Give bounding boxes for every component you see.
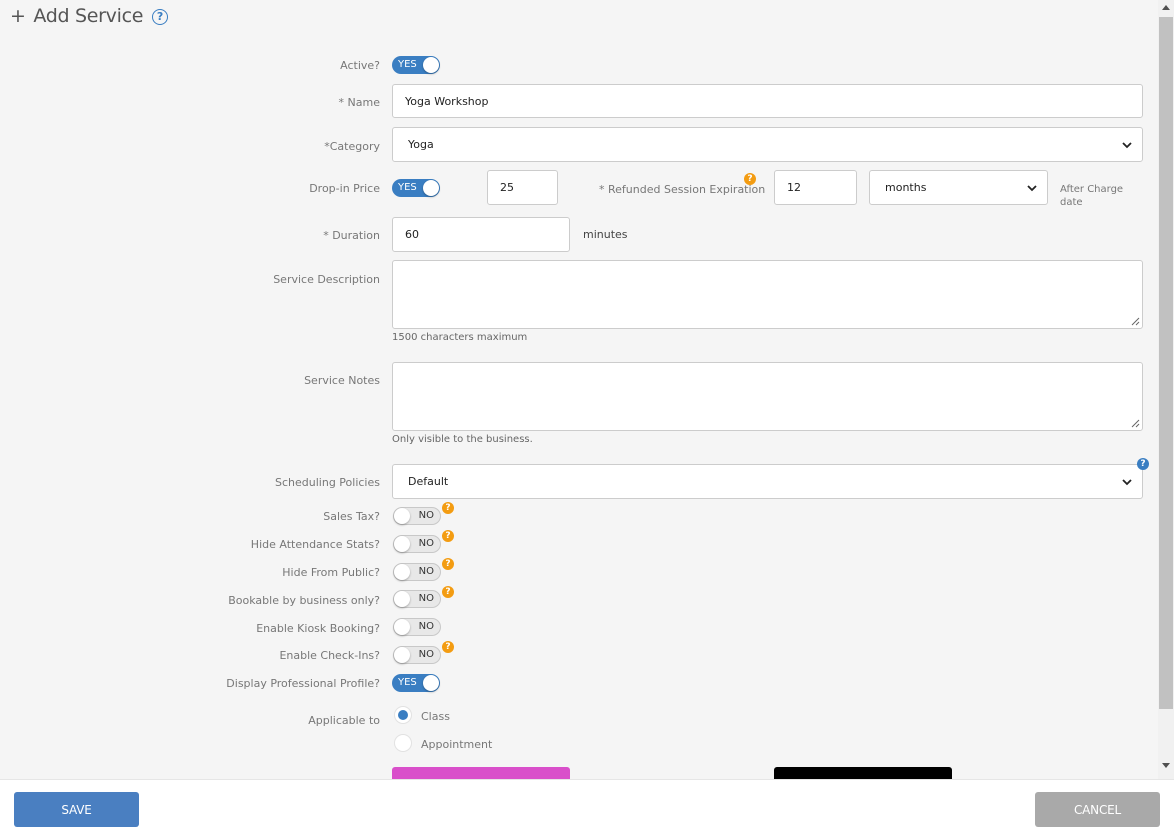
active-label: Active?	[340, 59, 380, 72]
help-icon[interactable]: ?	[442, 558, 454, 570]
kiosk-booking-label: Enable Kiosk Booking?	[256, 622, 380, 635]
toggle-knob	[423, 675, 439, 691]
toggle-knob	[394, 647, 410, 663]
hide-public-toggle-text: NO	[418, 566, 434, 577]
name-input-value: Yoga Workshop	[405, 94, 489, 108]
scheduling-select-value: Default	[408, 475, 449, 488]
dropin-toggle-text: YES	[398, 182, 417, 193]
help-icon[interactable]: ?	[442, 586, 454, 598]
expiration-unit-value: months	[885, 181, 927, 194]
resize-handle-icon[interactable]	[1131, 317, 1140, 326]
check-ins-label: Enable Check-Ins?	[279, 649, 380, 662]
scrollbar-thumb[interactable]	[1159, 17, 1173, 709]
scroll-up-icon[interactable]	[1162, 4, 1170, 10]
after-charge-text: After Charge date	[1060, 184, 1124, 208]
bookable-business-toggle[interactable]: NO	[393, 590, 441, 608]
sales-tax-label: Sales Tax?	[323, 510, 380, 523]
check-ins-toggle-text: NO	[418, 649, 434, 660]
scheduling-label: Scheduling Policies	[275, 476, 380, 489]
plus-icon: +	[10, 5, 26, 27]
toggle-knob	[423, 180, 439, 196]
hide-attendance-label: Hide Attendance Stats?	[250, 538, 380, 551]
toggle-knob	[394, 508, 410, 524]
radio-class-label: Class	[421, 710, 450, 723]
help-icon[interactable]: ?	[151, 9, 168, 25]
professional-profile-label: Display Professional Profile?	[226, 677, 380, 690]
dropin-toggle[interactable]: YES	[392, 179, 440, 197]
active-toggle[interactable]: YES	[392, 56, 440, 74]
help-icon[interactable]: ?	[442, 641, 454, 653]
name-label: * Name	[338, 96, 380, 109]
scheduling-select[interactable]: Default	[392, 464, 1143, 499]
toggle-knob	[394, 619, 410, 635]
dropin-price-input[interactable]: 25	[487, 170, 558, 205]
bookable-business-toggle-text: NO	[418, 593, 434, 604]
active-toggle-text: YES	[398, 59, 417, 70]
category-label: *Category	[324, 140, 380, 153]
name-input[interactable]: Yoga Workshop	[392, 84, 1143, 118]
refund-expiration-label: * Refunded Session Expiration	[599, 183, 766, 196]
page-title: + Add Service ?	[10, 5, 168, 27]
category-select[interactable]: Yoga	[392, 127, 1143, 162]
help-icon[interactable]: ?	[442, 530, 454, 542]
notes-hint: Only visible to the business.	[392, 434, 533, 445]
dropin-label: Drop-in Price	[309, 182, 380, 195]
help-icon[interactable]: ?	[744, 173, 756, 185]
professional-profile-toggle[interactable]: YES	[392, 674, 440, 692]
toggle-knob	[394, 536, 410, 552]
scroll-down-icon[interactable]	[1162, 763, 1170, 769]
hide-attendance-toggle[interactable]: NO	[393, 535, 441, 553]
bookable-business-label: Bookable by business only?	[228, 594, 380, 607]
save-button[interactable]: SAVE	[14, 792, 139, 827]
dropin-price-value: 25	[500, 181, 514, 194]
hide-public-label: Hide From Public?	[282, 566, 380, 579]
help-icon[interactable]: ?	[1137, 458, 1149, 470]
scrollbar[interactable]	[1158, 0, 1174, 779]
page-title-text: Add Service	[33, 5, 144, 27]
duration-input[interactable]: 60	[392, 217, 570, 252]
description-textarea[interactable]	[392, 260, 1143, 329]
chevron-down-icon	[1122, 478, 1132, 485]
duration-unit: minutes	[583, 228, 628, 241]
description-hint: 1500 characters maximum	[392, 332, 528, 343]
footer-bar: SAVE CANCEL	[0, 779, 1174, 838]
chevron-down-icon	[1027, 184, 1037, 191]
refund-expiration-input[interactable]: 12	[774, 170, 857, 205]
description-label: Service Description	[273, 273, 380, 286]
applicable-label: Applicable to	[308, 714, 380, 727]
chevron-down-icon	[1122, 141, 1132, 148]
duration-label: * Duration	[323, 229, 380, 242]
kiosk-booking-toggle-text: NO	[418, 621, 434, 632]
toggle-knob	[394, 564, 410, 580]
radio-class[interactable]	[394, 706, 412, 724]
hide-public-toggle[interactable]: NO	[393, 563, 441, 581]
radio-appointment[interactable]	[394, 734, 412, 752]
check-ins-toggle[interactable]: NO	[393, 646, 441, 664]
kiosk-booking-toggle[interactable]: NO	[393, 618, 441, 636]
sales-tax-toggle[interactable]: NO	[393, 507, 441, 525]
refund-expiration-value: 12	[787, 181, 801, 194]
expiration-unit-select[interactable]: months	[869, 170, 1048, 205]
category-select-value: Yoga	[408, 138, 434, 151]
cancel-button[interactable]: CANCEL	[1035, 792, 1160, 827]
notes-textarea[interactable]	[392, 362, 1143, 431]
toggle-knob	[423, 57, 439, 73]
toggle-knob	[394, 591, 410, 607]
resize-handle-icon[interactable]	[1131, 419, 1140, 428]
sales-tax-toggle-text: NO	[418, 510, 434, 521]
hide-attendance-toggle-text: NO	[418, 538, 434, 549]
duration-value: 60	[405, 228, 419, 241]
notes-label: Service Notes	[304, 374, 380, 387]
radio-appointment-label: Appointment	[421, 738, 493, 751]
help-icon[interactable]: ?	[442, 502, 454, 514]
professional-profile-toggle-text: YES	[398, 677, 417, 688]
